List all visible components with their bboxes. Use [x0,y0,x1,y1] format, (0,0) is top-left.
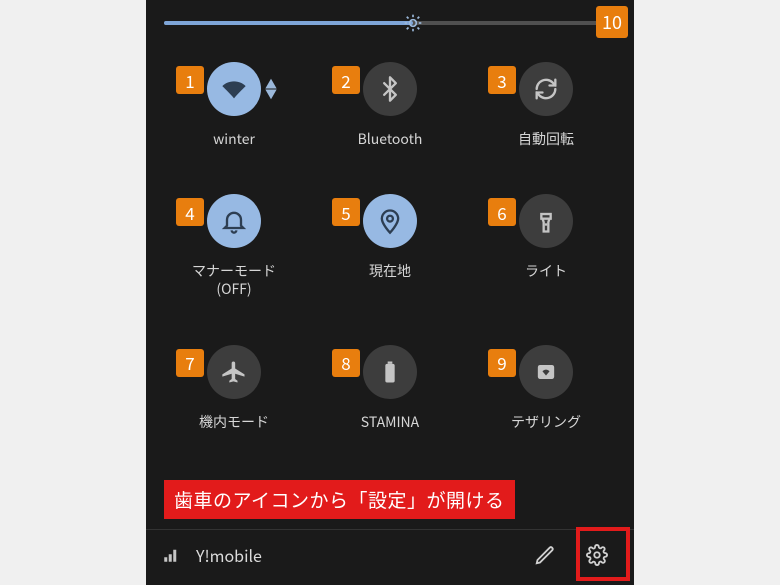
bell-icon [207,194,261,248]
annotation-badge: 1 [176,66,204,94]
signal-icon [162,546,180,564]
tile-location[interactable]: 5 現在地 [312,188,468,298]
annotation-badge: 4 [176,198,204,226]
tile-silent-mode[interactable]: 4 マナーモード (OFF) [156,188,312,298]
tile-airplane-mode[interactable]: 7 機内モード [156,339,312,431]
tile-bluetooth[interactable]: 2 Bluetooth [312,56,468,148]
brightness-thumb-icon[interactable] [403,13,423,33]
airplane-icon [207,345,261,399]
rotate-icon [519,62,573,116]
bottom-bar: Y!mobile [146,529,634,579]
annotation-badge-10: 10 [596,6,628,38]
brightness-slider[interactable] [164,21,616,25]
carrier-label: Y!mobile [196,543,262,567]
quick-settings-panel: 10 1 ▲▼ winter 2 Bluetooth 3 自動回転 [146,0,634,585]
tile-label: テザリング [511,413,581,431]
edit-button[interactable] [524,534,566,576]
hotspot-icon [519,345,573,399]
tile-auto-rotate[interactable]: 3 自動回転 [468,56,624,148]
tile-flashlight[interactable]: 6 ライト [468,188,624,298]
tile-label: 自動回転 [518,130,574,148]
tile-label: STAMINA [361,413,419,431]
battery-icon [363,345,417,399]
brightness-slider-row: 10 [146,0,634,46]
tile-tethering[interactable]: 9 テザリング [468,339,624,431]
annotation-badge: 9 [488,349,516,377]
tile-label: Bluetooth [358,130,423,148]
annotation-badge: 6 [488,198,516,226]
tile-label: 機内モード [199,413,269,431]
tile-label: マナーモード (OFF) [192,262,276,298]
tile-label: winter [213,130,255,148]
annotation-badge: 8 [332,349,360,377]
annotation-badge: 5 [332,198,360,226]
wifi-icon: ▲▼ [207,62,261,116]
settings-button[interactable] [576,534,618,576]
flashlight-icon [519,194,573,248]
brightness-slider-fill [164,21,413,25]
tile-stamina[interactable]: 8 STAMINA [312,339,468,431]
tile-label: ライト [525,262,567,280]
tile-label: 現在地 [369,262,411,280]
wifi-expand-icon[interactable]: ▲▼ [265,79,277,98]
location-icon [363,194,417,248]
quick-tiles-grid: 1 ▲▼ winter 2 Bluetooth 3 自動回転 4 [146,46,634,431]
callout-settings-hint: 歯車のアイコンから「設定」が開ける [164,480,515,519]
annotation-badge: 3 [488,66,516,94]
tile-wifi[interactable]: 1 ▲▼ winter [156,56,312,148]
annotation-badge: 2 [332,66,360,94]
annotation-badge: 7 [176,349,204,377]
bluetooth-icon [363,62,417,116]
